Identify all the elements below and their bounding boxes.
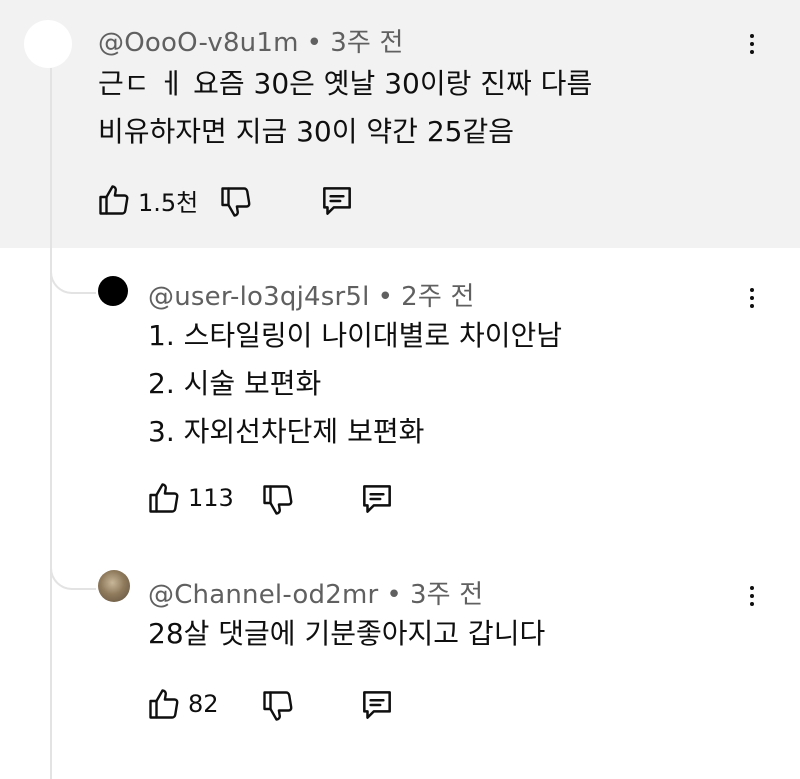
reply-button[interactable] <box>318 182 356 220</box>
avatar[interactable] <box>24 20 72 68</box>
thread-line <box>50 68 52 779</box>
comment-text: 1. 스타일링이 나이대별로 차이안남 2. 시술 보편화 3. 자외선차단제 … <box>148 312 562 456</box>
thumbs-down-icon <box>260 688 296 724</box>
meta-separator: • <box>306 28 323 58</box>
like-button[interactable]: 82 <box>146 686 219 722</box>
more-vert-icon[interactable] <box>738 278 766 318</box>
like-count: 113 <box>188 484 234 512</box>
more-vert-icon[interactable] <box>738 576 766 616</box>
author-handle[interactable]: @Channel-od2mr <box>148 580 378 610</box>
comment-meta: @user-lo3qj4sr5l • 2주 전 <box>148 276 475 313</box>
comment-time: 3주 전 <box>409 580 484 610</box>
reply-icon <box>358 480 396 518</box>
reply-icon <box>318 182 356 220</box>
dislike-button[interactable] <box>260 688 296 724</box>
reply-button[interactable] <box>358 480 396 518</box>
reply-button[interactable] <box>358 686 396 724</box>
comment-text: 근ㄷ ㅔ 요즘 30은 옛날 30이랑 진짜 다름 비유하자면 지금 30이 약… <box>98 60 592 156</box>
comment-meta: @Channel-od2mr • 3주 전 <box>148 574 483 611</box>
reply-icon <box>358 686 396 724</box>
comment-line: 근ㄷ ㅔ 요즘 30은 옛날 30이랑 진짜 다름 <box>98 67 593 100</box>
thread-connector <box>50 544 96 590</box>
thumbs-down-icon <box>260 482 296 518</box>
dislike-button[interactable] <box>218 184 254 220</box>
comment-meta: @OooO-v8u1m • 3주 전 <box>98 22 404 59</box>
comment-line: 2. 시술 보편화 <box>148 367 322 400</box>
thumbs-up-icon <box>96 182 132 218</box>
thumbs-down-icon <box>218 184 254 220</box>
avatar[interactable] <box>98 570 130 602</box>
author-handle[interactable]: @user-lo3qj4sr5l <box>148 282 370 312</box>
comment-line: 비유하자면 지금 30이 약간 25같음 <box>98 115 514 148</box>
meta-separator: • <box>386 580 402 610</box>
comment-time: 2주 전 <box>401 282 475 312</box>
comment-line: 3. 자외선차단제 보편화 <box>148 415 425 448</box>
more-vert-icon[interactable] <box>738 24 766 64</box>
like-count: 1.5천 <box>138 188 199 217</box>
comment-line: 1. 스타일링이 나이대별로 차이안남 <box>148 319 563 352</box>
dislike-button[interactable] <box>260 482 296 518</box>
avatar[interactable] <box>98 276 128 306</box>
thumbs-up-icon <box>146 686 182 722</box>
like-count: 82 <box>188 690 219 718</box>
thumbs-up-icon <box>146 480 182 516</box>
meta-separator: • <box>377 282 394 312</box>
author-handle[interactable]: @OooO-v8u1m <box>98 28 299 58</box>
like-button[interactable]: 1.5천 <box>96 182 198 218</box>
thread-connector <box>50 248 96 294</box>
comment-time: 3주 전 <box>330 28 404 58</box>
comment-line: 28살 댓글에 기분좋아지고 갑니다 <box>148 617 546 650</box>
like-button[interactable]: 113 <box>146 480 234 516</box>
comment-text: 28살 댓글에 기분좋아지고 갑니다 <box>148 610 545 658</box>
